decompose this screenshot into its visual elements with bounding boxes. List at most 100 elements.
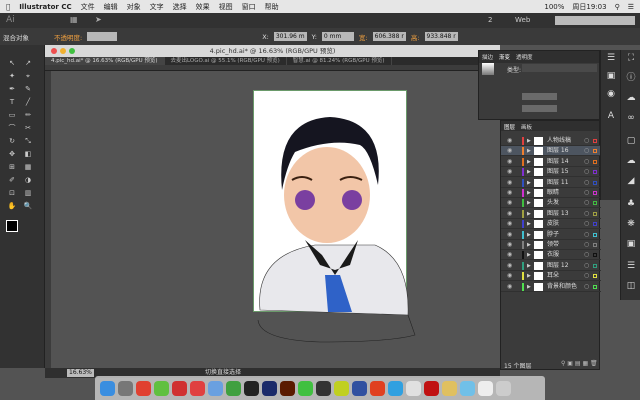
tool-icon[interactable]: ✎	[22, 85, 34, 94]
layer-row[interactable]: ◉ ▶ 领带 ○	[501, 240, 601, 250]
menu-type[interactable]: 文字	[150, 2, 164, 12]
gradient-swatch[interactable]	[482, 63, 494, 75]
expand-icon[interactable]: ▶	[527, 261, 531, 271]
tool-icon[interactable]: ◧	[22, 150, 34, 159]
target-icon[interactable]: ○	[584, 198, 589, 208]
dock-app-qq[interactable]: QQ	[316, 380, 331, 396]
expand-icon[interactable]: ▶	[527, 230, 531, 240]
target-icon[interactable]: ○	[584, 282, 589, 292]
target-icon[interactable]: ○	[584, 240, 589, 250]
zoom-field[interactable]: 16.63%	[67, 369, 94, 377]
dock-app-a[interactable]: A	[244, 380, 259, 396]
tool-icon[interactable]: ↗	[22, 59, 34, 68]
expand-icon[interactable]: ▶	[527, 136, 531, 146]
expand-icon[interactable]: ▶	[527, 209, 531, 219]
eye-icon[interactable]: ◉	[507, 198, 512, 208]
close-button[interactable]	[51, 48, 57, 54]
arrange-icon[interactable]: ▦	[70, 15, 78, 24]
appearance-icon[interactable]: ◢	[625, 175, 637, 187]
transform-icon[interactable]: ⛶	[625, 52, 637, 64]
x-field[interactable]: 301.96 m	[273, 32, 307, 41]
eye-icon[interactable]: ◉	[507, 136, 512, 146]
tool-icon[interactable]: ✋	[6, 202, 18, 211]
selection-indicator[interactable]	[593, 222, 597, 227]
target-icon[interactable]: ○	[584, 261, 589, 271]
y-field[interactable]: 0 mm	[321, 32, 354, 41]
tab-artboards[interactable]: 画板	[521, 123, 532, 131]
tool-icon[interactable]: ✏	[22, 111, 34, 120]
tab-document-2[interactable]: 去麦出LOGO.ai @ 55.1% (RGB/GPU 预览)	[165, 57, 287, 65]
dock-app-netease[interactable]: NetEase	[370, 380, 385, 396]
tab-gradient[interactable]: 渐变	[499, 53, 510, 61]
dock-app-trash[interactable]: Trash	[496, 380, 511, 396]
selection-indicator[interactable]	[593, 191, 597, 195]
dock-app-doc[interactable]: Doc	[478, 380, 493, 396]
tool-icon[interactable]: ↻	[6, 137, 18, 146]
clock[interactable]: 周日19:03	[572, 2, 606, 12]
layer-actions[interactable]: ⚲ ▣ ▤ ▦ 🗑	[561, 360, 598, 367]
eye-icon[interactable]: ◉	[507, 250, 512, 260]
expand-icon[interactable]: ▶	[527, 188, 531, 198]
tool-icon[interactable]: ✒	[6, 85, 18, 94]
library-icon[interactable]: ☁	[625, 155, 637, 167]
zoom-button[interactable]	[69, 48, 75, 54]
expand-icon[interactable]: ▶	[527, 178, 531, 188]
eye-icon[interactable]: ◉	[507, 219, 512, 229]
expand-icon[interactable]: ▶	[527, 250, 531, 260]
eye-icon[interactable]: ◉	[507, 261, 512, 271]
menu-icon[interactable]: ☰	[605, 52, 617, 64]
selection-indicator[interactable]	[593, 159, 597, 164]
layer-row[interactable]: ◉ ▶ 衣服 ○	[501, 250, 601, 261]
layer-row[interactable]: ◉ ▶ 脖子 ○	[501, 230, 601, 240]
layer-row[interactable]: ◉ ▶ 背景和颜色 ○	[501, 282, 601, 292]
eye-icon[interactable]: ◉	[507, 157, 512, 167]
tool-icon[interactable]: ⊞	[6, 163, 18, 172]
search-icon[interactable]: ⚲	[615, 3, 620, 11]
layer-row[interactable]: ◉ ▶ 图层 15 ○	[501, 167, 601, 178]
tab-document-1[interactable]: 4.pic_hd.ai* @ 16.63% (RGB/GPU 预览)	[45, 57, 165, 65]
dock-app-pages[interactable]: Pages	[442, 380, 457, 396]
layer-row[interactable]: ◉ ▶ 皮肤 ○	[501, 219, 601, 230]
fill-swatch[interactable]	[6, 220, 18, 232]
tool-icon[interactable]: T	[6, 98, 18, 107]
menu-help[interactable]: 帮助	[265, 2, 279, 12]
layer-row[interactable]: ◉ ▶ 头发 ○	[501, 198, 601, 209]
target-icon[interactable]: ○	[584, 146, 589, 156]
target-icon[interactable]: ○	[584, 219, 589, 229]
target-icon[interactable]: ○	[584, 209, 589, 219]
eye-icon[interactable]: ◉	[507, 178, 512, 188]
swatch-icon[interactable]: ▣	[605, 70, 617, 82]
tool-icon[interactable]: ✐	[6, 176, 18, 185]
dock-app-ai[interactable]: Ai	[280, 380, 295, 396]
dock-app-telegram[interactable]: Telegram	[388, 380, 403, 396]
selection-indicator[interactable]	[593, 139, 597, 143]
info-icon[interactable]: ⓘ	[625, 72, 637, 84]
eye-icon[interactable]: ◉	[507, 230, 512, 240]
opacity-field[interactable]	[87, 32, 118, 41]
align-icon[interactable]: ◫	[625, 280, 637, 292]
dock-app-wechat[interactable]: WeChat	[298, 380, 313, 396]
selection-indicator[interactable]	[593, 232, 597, 237]
cloud-icon[interactable]: ☁	[625, 92, 637, 104]
selection-indicator[interactable]	[593, 263, 597, 268]
aspect-field[interactable]	[522, 105, 557, 112]
target-icon[interactable]: ○	[584, 136, 589, 146]
expand-icon[interactable]: ▶	[527, 240, 531, 250]
menu-effect[interactable]: 效果	[196, 2, 210, 12]
tool-icon[interactable]: ▥	[22, 189, 34, 198]
tool-icon[interactable]: ✂	[22, 124, 34, 133]
target-icon[interactable]: ○	[584, 157, 589, 167]
dock-app-ps[interactable]: Ps	[262, 380, 277, 396]
layer-row[interactable]: ◉ ▶ 图层 16 ○	[501, 146, 601, 157]
tool-icon[interactable]: ╱	[22, 98, 34, 107]
workspace-count[interactable]: 2	[488, 16, 492, 24]
tool-icon[interactable]: ▦	[22, 163, 34, 172]
layer-row[interactable]: ◉ ▶ 眼睛 ○	[501, 188, 601, 198]
character-icon[interactable]: A	[605, 110, 617, 122]
dock-app-flash[interactable]: Flash	[424, 380, 439, 396]
eye-icon[interactable]: ◉	[507, 240, 512, 250]
search-input[interactable]	[555, 16, 635, 25]
selection-indicator[interactable]	[593, 170, 597, 175]
app-menu[interactable]: Illustrator CC	[19, 3, 71, 11]
dock-app-m[interactable]: M	[334, 380, 349, 396]
